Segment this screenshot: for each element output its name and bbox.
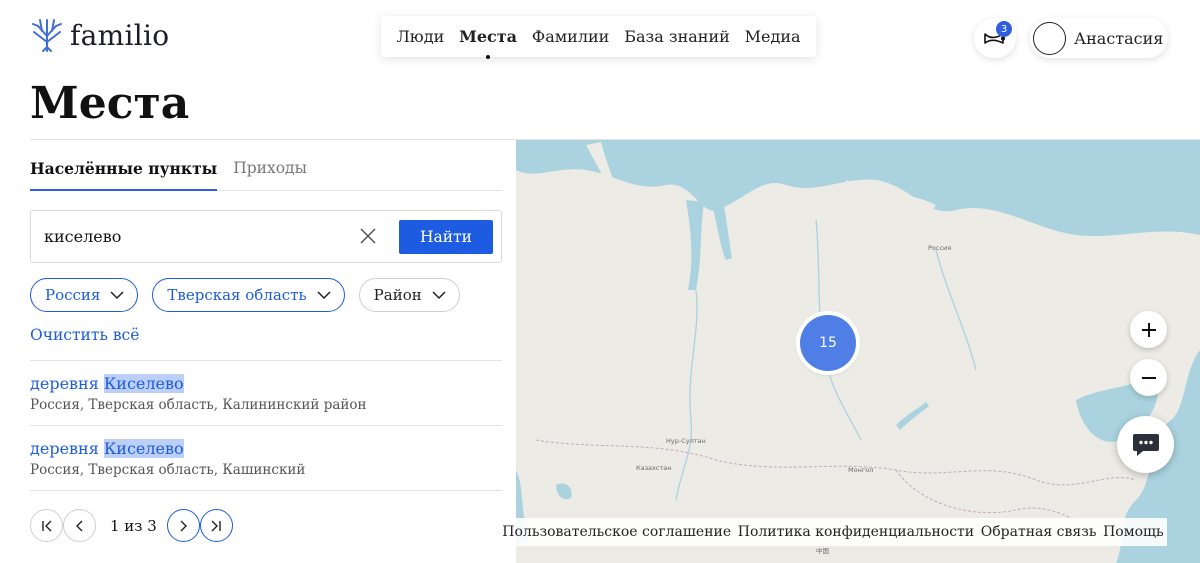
footer-link-terms[interactable]: Пользовательское соглашение — [502, 524, 731, 540]
list-item: деревня Киселево Россия, Тверская област… — [30, 426, 502, 491]
clear-search-icon[interactable] — [358, 226, 378, 246]
nav-item-knowledge-base[interactable]: База знаний — [624, 27, 730, 46]
user-menu[interactable]: Анастасия — [1030, 18, 1168, 58]
nav-item-surnames[interactable]: Фамилии — [532, 27, 609, 46]
filter-region[interactable]: Тверская область — [152, 278, 345, 312]
avatar — [1033, 21, 1066, 55]
filter-country-label: Россия — [45, 286, 101, 304]
map-label-mongolia: Монгол — [848, 466, 874, 474]
filter-country[interactable]: Россия — [30, 278, 139, 312]
chat-icon — [1132, 433, 1159, 456]
tab-settlements[interactable]: Населённые пункты — [30, 150, 218, 191]
first-page-button[interactable] — [30, 509, 63, 542]
result-type: деревня — [30, 439, 99, 458]
map-label-kazakhstan: Казахстан — [636, 464, 672, 472]
result-path: Россия, Тверская область, Кашинский — [30, 462, 306, 478]
main-nav: Люди Места Фамилии База знаний Медиа — [381, 16, 816, 59]
map-label-china: 中国 — [816, 547, 829, 555]
result-title-link[interactable]: деревня Киселево — [30, 374, 184, 393]
prev-page-button[interactable] — [63, 509, 96, 542]
zoom-in-button[interactable] — [1130, 311, 1167, 348]
footer-links: Пользовательское соглашение Политика кон… — [499, 518, 1167, 546]
notifications-button[interactable]: 3 — [974, 18, 1016, 58]
nav-item-media[interactable]: Медиа — [745, 27, 801, 46]
chevron-right-icon — [180, 520, 188, 531]
chevron-left-icon — [75, 520, 82, 531]
footer-link-feedback[interactable]: Обратная связь — [981, 524, 1097, 540]
chevron-down-icon — [432, 291, 446, 300]
nav-item-people[interactable]: Люди — [396, 27, 444, 46]
map-label-russia: Россия — [928, 244, 952, 252]
chevron-down-icon — [317, 291, 331, 300]
notification-count-badge: 3 — [996, 21, 1012, 37]
tab-parishes[interactable]: Приходы — [233, 150, 307, 191]
footer-link-privacy[interactable]: Политика конфиденциальности — [738, 524, 974, 540]
page-title: Места — [30, 78, 190, 129]
search-input[interactable] — [44, 227, 344, 246]
result-name-highlight: Киселево — [103, 439, 184, 458]
map-label-nur-sultan: Нур-Султан — [666, 437, 706, 445]
nav-item-places[interactable]: Места — [459, 27, 517, 59]
filter-bar: Россия Тверская область Район — [30, 278, 460, 312]
brand-name: familio — [70, 18, 170, 52]
filter-district-label: Район — [373, 286, 422, 304]
result-type: деревня — [30, 374, 99, 393]
map-background — [516, 140, 1200, 563]
footer-link-help[interactable]: Помощь — [1103, 524, 1164, 540]
plus-icon — [1141, 322, 1156, 337]
filter-district[interactable]: Район — [358, 278, 460, 312]
map-view[interactable]: Россия Нур-Султан Казахстан Монгол 中国 — [516, 140, 1200, 563]
list-item: деревня Киселево Россия, Тверская област… — [30, 361, 502, 426]
filter-region-label: Тверская область — [167, 286, 307, 304]
pagination: 1 из 3 — [30, 509, 233, 542]
next-page-button[interactable] — [166, 509, 200, 542]
zoom-out-button[interactable] — [1130, 359, 1167, 396]
page-indicator: 1 из 3 — [110, 516, 157, 535]
result-path: Россия, Тверская область, Калининский ра… — [30, 397, 367, 413]
result-title-link[interactable]: деревня Киселево — [30, 439, 184, 458]
last-page-icon — [211, 520, 222, 531]
result-name-highlight: Киселево — [103, 374, 184, 393]
last-page-button[interactable] — [199, 509, 233, 542]
user-name: Анастасия — [1074, 28, 1164, 48]
tree-logo-icon — [32, 19, 62, 52]
first-page-icon — [41, 520, 51, 531]
chevron-down-icon — [110, 291, 124, 300]
tab-bar: Населённые пункты Приходы — [30, 150, 502, 191]
clear-all-link[interactable]: Очистить всё — [30, 326, 139, 344]
search-box: Найти — [30, 210, 502, 263]
minus-icon — [1141, 376, 1156, 379]
map-cluster-marker[interactable]: 15 — [800, 315, 856, 371]
find-button[interactable]: Найти — [399, 220, 493, 254]
chat-button[interactable] — [1117, 416, 1174, 473]
brand-logo[interactable]: familio — [30, 18, 169, 52]
